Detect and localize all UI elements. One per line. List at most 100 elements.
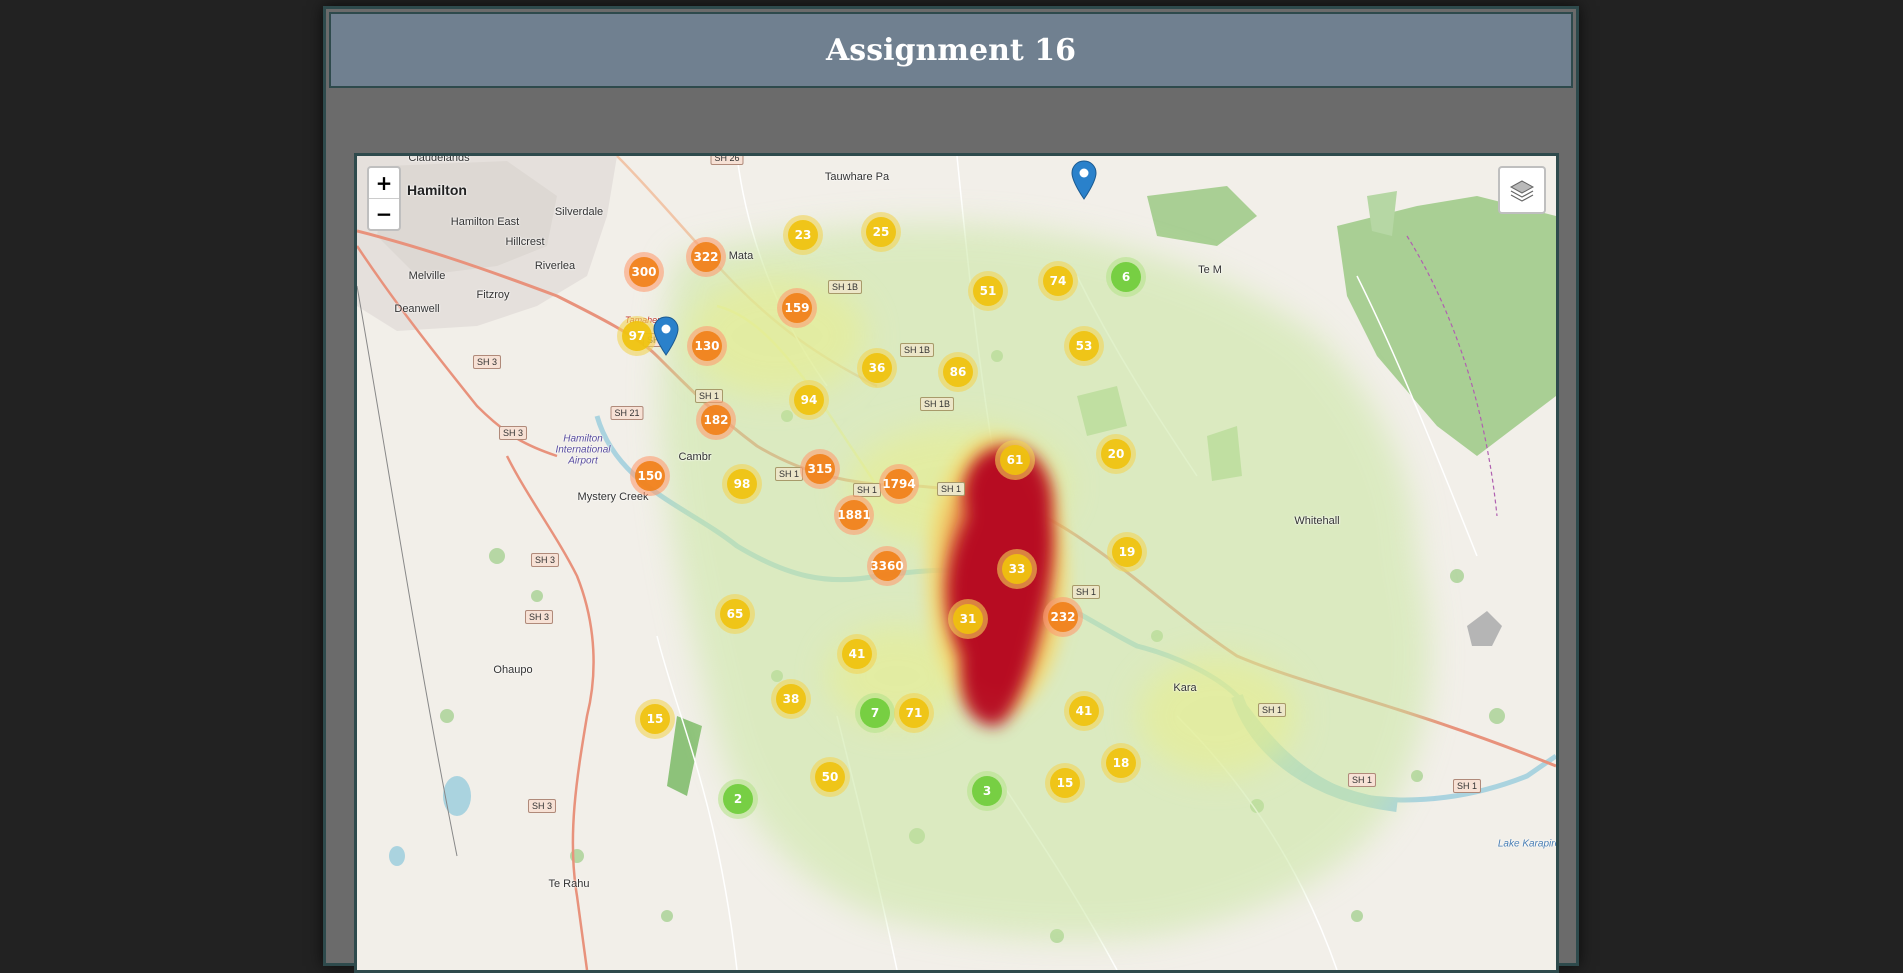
cluster-count: 65 — [720, 599, 750, 629]
road-shield-sh26: SH 26 — [710, 156, 744, 165]
cluster-count: 315 — [805, 454, 835, 484]
cluster-count: 232 — [1048, 602, 1078, 632]
road-shield-sh21: SH 21 — [610, 406, 644, 420]
marker-cluster[interactable]: 50 — [810, 757, 850, 797]
zoom-in-button[interactable]: + — [369, 168, 399, 198]
cluster-count: 94 — [794, 385, 824, 415]
cluster-count: 97 — [622, 321, 652, 351]
marker-cluster[interactable]: 1881 — [834, 495, 874, 535]
place-matangi: Mata — [728, 250, 754, 262]
marker-cluster[interactable]: 65 — [715, 594, 755, 634]
cluster-count: 1881 — [837, 500, 871, 530]
marker-cluster[interactable]: 20 — [1096, 434, 1136, 474]
road-shield-sh3: SH 3 — [530, 553, 560, 567]
layers-control-button[interactable] — [1498, 166, 1546, 214]
marker-cluster[interactable]: 61 — [995, 440, 1035, 480]
cluster-count: 150 — [635, 461, 665, 491]
cluster-count: 3 — [972, 776, 1002, 806]
marker-cluster[interactable]: 41 — [1064, 691, 1104, 731]
road-shield-sh3: SH 3 — [524, 610, 554, 624]
marker-cluster[interactable]: 7 — [855, 693, 895, 733]
marker-cluster[interactable]: 15 — [635, 699, 675, 739]
road-shield-sh3: SH 3 — [472, 355, 502, 369]
cluster-count: 130 — [692, 331, 722, 361]
place-tauwhare-pa: Tauwhare Pa — [824, 171, 890, 183]
assignment-panel: Assignment 16 Claudelands Hamilton Hamil… — [323, 6, 1579, 973]
cluster-count: 41 — [1069, 696, 1099, 726]
marker-cluster[interactable]: 74 — [1038, 261, 1078, 301]
marker-cluster[interactable]: 322 — [686, 237, 726, 277]
marker-cluster[interactable]: 31 — [948, 599, 988, 639]
map-pin-marker[interactable] — [653, 316, 679, 356]
marker-cluster[interactable]: 182 — [696, 400, 736, 440]
marker-cluster[interactable]: 2 — [718, 779, 758, 819]
marker-cluster[interactable]: 71 — [894, 693, 934, 733]
marker-cluster[interactable]: 51 — [968, 271, 1008, 311]
cluster-count: 1794 — [882, 469, 916, 499]
marker-cluster[interactable]: 6 — [1106, 257, 1146, 297]
place-lake-karapiro: Lake Karapiro — [1497, 838, 1559, 850]
road-shield-sh1: SH 1 — [1257, 703, 1287, 717]
marker-cluster[interactable]: 25 — [861, 212, 901, 252]
marker-cluster[interactable]: 53 — [1064, 326, 1104, 366]
marker-cluster[interactable]: 97 — [617, 316, 657, 356]
place-hamilton-east: Hamilton East — [450, 216, 520, 228]
cluster-count: 20 — [1101, 439, 1131, 469]
marker-cluster[interactable]: 3360 — [867, 546, 907, 586]
place-whitehall: Whitehall — [1294, 515, 1340, 527]
marker-cluster[interactable]: 18 — [1101, 743, 1141, 783]
cluster-count: 61 — [1000, 445, 1030, 475]
cluster-count: 50 — [815, 762, 845, 792]
marker-cluster[interactable]: 159 — [777, 288, 817, 328]
layers-icon — [1509, 180, 1535, 202]
marker-cluster[interactable]: 41 — [837, 634, 877, 674]
cluster-count: 18 — [1106, 748, 1136, 778]
place-karapiro: Kara — [1173, 682, 1197, 694]
map-pin-icon — [1071, 160, 1097, 200]
marker-cluster[interactable]: 23 — [783, 215, 823, 255]
marker-cluster[interactable]: 86 — [938, 352, 978, 392]
place-deanwell: Deanwell — [394, 303, 440, 315]
cluster-count: 322 — [691, 242, 721, 272]
map-pin-marker[interactable] — [1071, 160, 1097, 200]
marker-cluster[interactable]: 300 — [624, 252, 664, 292]
cluster-count: 2 — [723, 784, 753, 814]
page-header: Assignment 16 — [329, 12, 1573, 88]
marker-cluster[interactable]: 19 — [1107, 532, 1147, 572]
road-shield-sh1: SH 1 — [774, 467, 804, 481]
road-shield-sh1: SH 1 — [1071, 585, 1101, 599]
marker-cluster[interactable]: 38 — [771, 679, 811, 719]
place-mystery-creek: Mystery Creek — [577, 491, 649, 503]
map-pin-icon — [653, 316, 679, 356]
marker-cluster[interactable]: 36 — [857, 348, 897, 388]
marker-cluster[interactable]: 98 — [722, 464, 762, 504]
cluster-count: 98 — [727, 469, 757, 499]
road-shield-sh1: SH 1 — [1452, 779, 1482, 793]
cluster-count: 31 — [953, 604, 983, 634]
road-shield-sh3: SH 3 — [498, 426, 528, 440]
cluster-count: 53 — [1069, 331, 1099, 361]
cluster-count: 300 — [629, 257, 659, 287]
marker-cluster[interactable]: 130 — [687, 326, 727, 366]
cluster-count: 74 — [1043, 266, 1073, 296]
place-claudelands: Claudelands — [408, 153, 470, 164]
cluster-count: 33 — [1002, 554, 1032, 584]
cluster-count: 19 — [1112, 537, 1142, 567]
marker-cluster[interactable]: 94 — [789, 380, 829, 420]
marker-cluster[interactable]: 1794 — [879, 464, 919, 504]
zoom-out-button[interactable]: − — [369, 198, 399, 229]
cluster-count: 23 — [788, 220, 818, 250]
cluster-count: 15 — [640, 704, 670, 734]
marker-cluster[interactable]: 315 — [800, 449, 840, 489]
cluster-count: 182 — [701, 405, 731, 435]
marker-cluster[interactable]: 33 — [997, 549, 1037, 589]
cluster-count: 15 — [1050, 768, 1080, 798]
map-container[interactable]: Claudelands Hamilton Hamilton East Silve… — [354, 153, 1559, 973]
cluster-count: 3360 — [870, 551, 904, 581]
cluster-count: 25 — [866, 217, 896, 247]
marker-cluster[interactable]: 150 — [630, 456, 670, 496]
marker-cluster[interactable]: 3 — [967, 771, 1007, 811]
marker-cluster[interactable]: 232 — [1043, 597, 1083, 637]
marker-cluster[interactable]: 15 — [1045, 763, 1085, 803]
place-hamilton: Hamilton — [407, 182, 467, 198]
